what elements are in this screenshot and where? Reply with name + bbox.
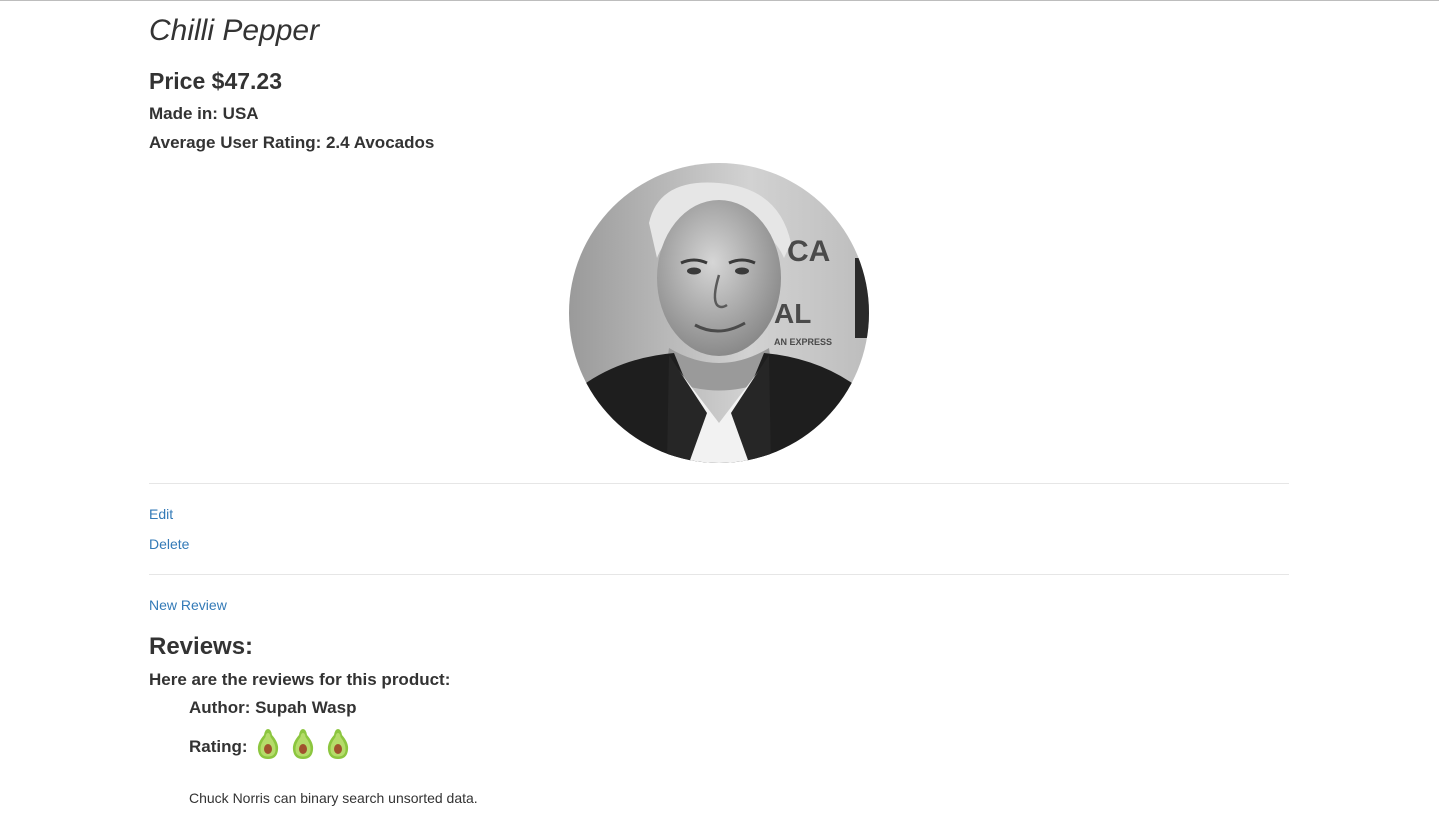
avocado-icon bbox=[257, 729, 278, 759]
average-rating: Average User Rating: 2.4 Avocados bbox=[149, 133, 435, 152]
product-price: Price $47.23 bbox=[149, 68, 283, 94]
review-body: Chuck Norris can binary search unsorted … bbox=[189, 790, 478, 806]
avocado-rating-row bbox=[256, 728, 361, 765]
product-title: Chilli Pepper bbox=[149, 14, 320, 47]
edit-link[interactable]: Edit bbox=[149, 506, 173, 522]
review-rating: Rating: bbox=[189, 728, 361, 765]
svg-text:CA: CA bbox=[787, 235, 830, 268]
product-origin: Made in: USA bbox=[149, 104, 259, 123]
avocado-icon bbox=[327, 729, 348, 759]
reviews-intro: Here are the reviews for this product: bbox=[149, 670, 451, 689]
divider bbox=[149, 574, 1289, 575]
divider bbox=[149, 483, 1289, 484]
top-border bbox=[0, 0, 1439, 1]
review-rating-label: Rating: bbox=[189, 736, 248, 756]
review-author: Author: Supah Wasp bbox=[189, 698, 357, 717]
product-photo: CA AL AN EXPRESS bbox=[569, 163, 869, 463]
avocado-icon bbox=[292, 729, 313, 759]
delete-link[interactable]: Delete bbox=[149, 536, 189, 552]
svg-text:AL: AL bbox=[774, 298, 811, 329]
reviews-heading: Reviews: bbox=[149, 633, 254, 660]
new-review-link[interactable]: New Review bbox=[149, 597, 227, 613]
svg-text:AN EXPRESS: AN EXPRESS bbox=[774, 337, 832, 347]
